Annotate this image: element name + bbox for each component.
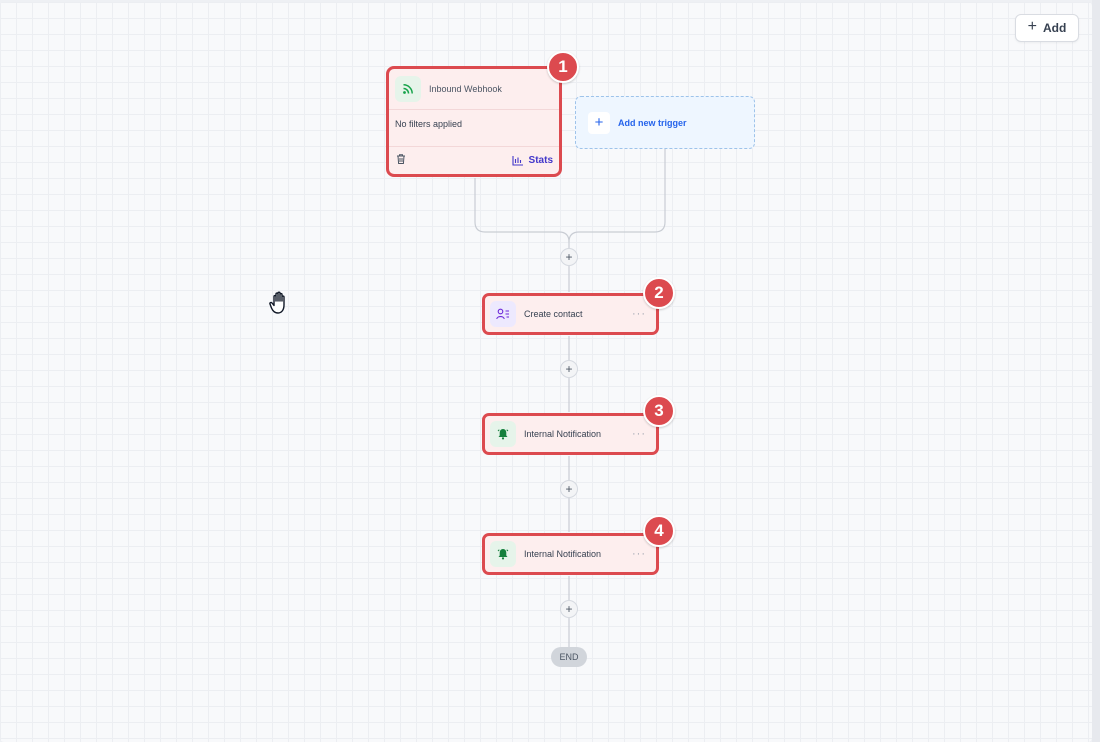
bell-icon [490, 541, 516, 567]
add-new-trigger-button[interactable]: + Add new trigger [575, 96, 755, 149]
plus-icon: + [588, 111, 610, 134]
webhook-rss-icon [395, 76, 421, 102]
bar-chart-icon [511, 156, 523, 166]
stats-link[interactable]: Stats [511, 155, 553, 166]
step-badge-3: 3 [643, 395, 675, 427]
contact-icon [490, 301, 516, 327]
add-step-button[interactable]: + [560, 480, 578, 498]
add-button[interactable]: + Add [1015, 14, 1079, 42]
action-label: Create contact [524, 309, 583, 319]
step-badge-4: 4 [643, 515, 675, 547]
workflow-end-pill: END [551, 647, 587, 667]
action-label: Internal Notification [524, 429, 602, 439]
more-options-icon[interactable]: ··· [632, 308, 646, 320]
trigger-card-inbound-webhook[interactable]: Inbound Webhook No filters applied Stats [386, 66, 562, 177]
trash-icon[interactable] [395, 152, 407, 170]
trigger-title: Inbound Webhook [429, 84, 502, 94]
add-step-button[interactable]: + [560, 600, 578, 618]
more-options-icon[interactable]: ··· [632, 548, 646, 560]
trigger-filters-text: No filters applied [395, 119, 463, 129]
action-card-create-contact[interactable]: Create contact ··· [482, 293, 659, 335]
add-button-label: Add [1043, 21, 1067, 35]
step-badge-2: 2 [643, 277, 675, 309]
add-new-trigger-label: Add new trigger [618, 117, 687, 128]
add-step-button[interactable]: + [560, 360, 578, 378]
bell-icon [490, 421, 516, 447]
more-options-icon[interactable]: ··· [632, 428, 646, 440]
hand-cursor-icon [268, 290, 292, 321]
action-card-internal-notification[interactable]: Internal Notification ··· [482, 413, 659, 455]
trigger-card-footer: Stats [389, 146, 559, 174]
action-label: Internal Notification [524, 549, 602, 559]
scrollbar-track [1092, 0, 1100, 742]
trigger-card-header: Inbound Webhook [389, 69, 559, 110]
action-card-internal-notification[interactable]: Internal Notification ··· [482, 533, 659, 575]
stats-label: Stats [528, 155, 553, 166]
plus-icon: + [1027, 18, 1037, 35]
step-badge-1: 1 [547, 51, 579, 83]
add-step-button[interactable]: + [560, 248, 578, 266]
